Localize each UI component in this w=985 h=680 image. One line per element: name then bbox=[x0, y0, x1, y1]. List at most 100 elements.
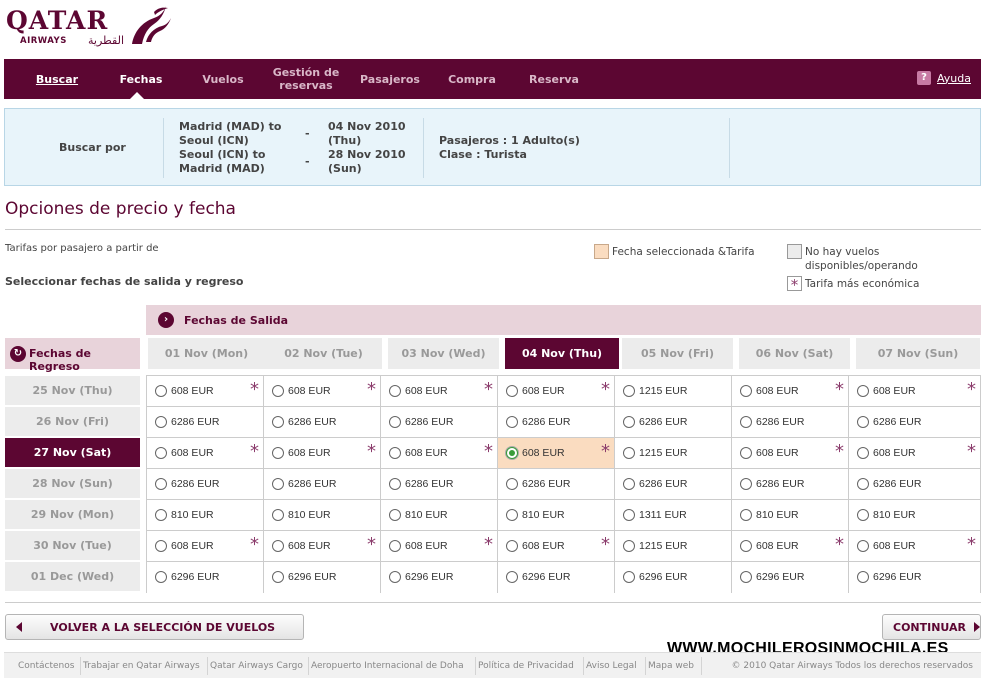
fare-cell[interactable]: 1215 EUR bbox=[615, 531, 732, 562]
fare-radio[interactable] bbox=[623, 416, 635, 428]
fare-radio[interactable] bbox=[506, 509, 518, 521]
footer-link-careers[interactable]: Trabajar en Qatar Airways bbox=[83, 661, 200, 671]
fare-radio[interactable] bbox=[272, 540, 284, 552]
fare-cell[interactable]: 6296 EUR bbox=[849, 562, 980, 593]
fare-radio[interactable] bbox=[740, 540, 752, 552]
fare-radio[interactable] bbox=[389, 416, 401, 428]
fare-cell[interactable]: 810 EUR bbox=[498, 500, 615, 531]
fare-radio[interactable] bbox=[155, 540, 167, 552]
fare-radio[interactable] bbox=[506, 447, 518, 459]
fare-cell[interactable]: 6286 EUR bbox=[732, 407, 849, 438]
fare-cell[interactable]: 810 EUR bbox=[732, 500, 849, 531]
fare-radio[interactable] bbox=[389, 447, 401, 459]
fare-cell[interactable]: 6286 EUR bbox=[147, 407, 264, 438]
fare-radio[interactable] bbox=[857, 509, 869, 521]
fare-cell[interactable]: 608 EUR * bbox=[264, 376, 381, 407]
footer-link-sitemap[interactable]: Mapa web bbox=[648, 661, 694, 671]
footer-link-privacy[interactable]: Política de Privacidad bbox=[478, 661, 574, 671]
fare-cell[interactable]: 810 EUR bbox=[147, 500, 264, 531]
fare-radio[interactable] bbox=[740, 416, 752, 428]
fare-radio[interactable] bbox=[857, 416, 869, 428]
fare-cell[interactable]: 1215 EUR bbox=[615, 376, 732, 407]
fare-cell[interactable]: 6296 EUR bbox=[264, 562, 381, 593]
fare-cell[interactable]: 810 EUR bbox=[849, 500, 980, 531]
nav-buscar[interactable]: Buscar bbox=[32, 59, 82, 99]
fare-cell[interactable]: 6286 EUR bbox=[264, 407, 381, 438]
fare-cell[interactable]: 6286 EUR bbox=[615, 407, 732, 438]
fare-cell[interactable]: 6296 EUR bbox=[615, 562, 732, 593]
fare-radio[interactable] bbox=[389, 478, 401, 490]
fare-cell[interactable]: 608 EUR * bbox=[147, 438, 264, 469]
fare-cell[interactable]: 6296 EUR bbox=[147, 562, 264, 593]
nav-pasajeros[interactable]: Pasajeros bbox=[356, 59, 424, 99]
fare-radio[interactable] bbox=[155, 509, 167, 521]
back-to-flights-button[interactable]: VOLVER A LA SELECCIÓN DE VUELOS bbox=[5, 614, 304, 640]
help-link[interactable]: ? Ayuda bbox=[917, 71, 971, 85]
fare-cell[interactable]: 6296 EUR bbox=[732, 562, 849, 593]
fare-radio[interactable] bbox=[506, 571, 518, 583]
fare-radio[interactable] bbox=[389, 385, 401, 397]
qatar-airways-logo[interactable]: QATAR AIRWAYS القطرية bbox=[6, 4, 176, 50]
fare-radio[interactable] bbox=[857, 571, 869, 583]
fare-radio[interactable] bbox=[740, 447, 752, 459]
fare-radio[interactable] bbox=[857, 478, 869, 490]
fare-radio[interactable] bbox=[272, 478, 284, 490]
fare-radio[interactable] bbox=[623, 540, 635, 552]
fare-radio[interactable] bbox=[506, 385, 518, 397]
fare-cell[interactable]: 608 EUR * bbox=[264, 438, 381, 469]
fare-radio[interactable] bbox=[857, 447, 869, 459]
fare-radio[interactable] bbox=[155, 416, 167, 428]
fare-radio[interactable] bbox=[506, 416, 518, 428]
fare-cell[interactable]: 608 EUR * bbox=[381, 438, 498, 469]
fare-cell[interactable]: 608 EUR * bbox=[498, 438, 615, 469]
nav-gestion-reservas[interactable]: Gestión de reservas bbox=[266, 59, 346, 99]
fare-radio[interactable] bbox=[155, 385, 167, 397]
fare-radio[interactable] bbox=[740, 478, 752, 490]
help-label[interactable]: Ayuda bbox=[937, 72, 971, 85]
fare-radio[interactable] bbox=[506, 540, 518, 552]
fare-cell[interactable]: 608 EUR * bbox=[732, 438, 849, 469]
fare-cell[interactable]: 6286 EUR bbox=[615, 469, 732, 500]
fare-radio[interactable] bbox=[623, 447, 635, 459]
nav-compra[interactable]: Compra bbox=[444, 59, 500, 99]
fare-cell[interactable]: 6286 EUR bbox=[498, 407, 615, 438]
fare-cell[interactable]: 6286 EUR bbox=[147, 469, 264, 500]
fare-cell[interactable]: 608 EUR * bbox=[381, 531, 498, 562]
fare-radio[interactable] bbox=[740, 509, 752, 521]
nav-reserva[interactable]: Reserva bbox=[526, 59, 582, 99]
fare-cell[interactable]: 6286 EUR bbox=[381, 407, 498, 438]
fare-cell[interactable]: 608 EUR * bbox=[849, 438, 980, 469]
fare-cell[interactable]: 1215 EUR bbox=[615, 438, 732, 469]
fare-radio[interactable] bbox=[272, 571, 284, 583]
fare-cell[interactable]: 6286 EUR bbox=[498, 469, 615, 500]
fare-cell[interactable]: 608 EUR * bbox=[849, 376, 980, 407]
fare-radio[interactable] bbox=[272, 385, 284, 397]
nav-vuelos[interactable]: Vuelos bbox=[198, 59, 248, 99]
fare-cell[interactable]: 6286 EUR bbox=[849, 469, 980, 500]
footer-link-cargo[interactable]: Qatar Airways Cargo bbox=[210, 661, 303, 671]
fare-radio[interactable] bbox=[857, 385, 869, 397]
fare-radio[interactable] bbox=[740, 385, 752, 397]
continue-button[interactable]: CONTINUAR bbox=[882, 614, 981, 640]
fare-cell[interactable]: 608 EUR * bbox=[147, 376, 264, 407]
fare-cell[interactable]: 6296 EUR bbox=[498, 562, 615, 593]
fare-radio[interactable] bbox=[623, 478, 635, 490]
fare-radio[interactable] bbox=[155, 478, 167, 490]
fare-cell[interactable]: 608 EUR * bbox=[381, 376, 498, 407]
fare-radio[interactable] bbox=[740, 571, 752, 583]
fare-cell[interactable]: 6286 EUR bbox=[381, 469, 498, 500]
fare-radio[interactable] bbox=[857, 540, 869, 552]
fare-radio[interactable] bbox=[389, 540, 401, 552]
fare-radio[interactable] bbox=[272, 416, 284, 428]
fare-radio[interactable] bbox=[272, 447, 284, 459]
fare-cell[interactable]: 810 EUR bbox=[264, 500, 381, 531]
fare-cell[interactable]: 608 EUR * bbox=[732, 531, 849, 562]
fare-radio[interactable] bbox=[623, 385, 635, 397]
footer-link-contact[interactable]: Contáctenos bbox=[18, 661, 74, 671]
fare-radio[interactable] bbox=[506, 478, 518, 490]
fare-radio[interactable] bbox=[389, 509, 401, 521]
fare-cell[interactable]: 608 EUR * bbox=[147, 531, 264, 562]
fare-cell[interactable]: 6286 EUR bbox=[264, 469, 381, 500]
fare-radio[interactable] bbox=[155, 571, 167, 583]
footer-link-doha-airport[interactable]: Aeropuerto Internacional de Doha bbox=[311, 661, 464, 671]
